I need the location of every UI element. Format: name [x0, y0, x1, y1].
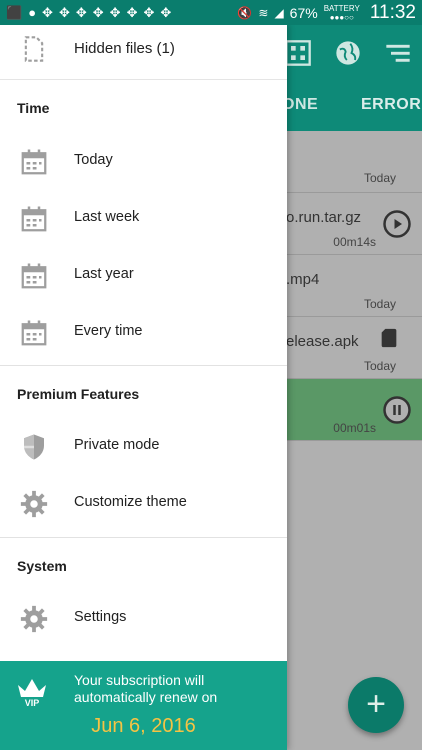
item-duration: 00m01s [333, 421, 376, 435]
battery-percent: 67% [289, 4, 318, 21]
tab-error[interactable]: ERROR [361, 96, 421, 114]
drawer-item-label: Every time [74, 323, 143, 339]
sort-icon[interactable] [384, 39, 412, 67]
status-bar: ⬛ ● ✥ ✥ ✥ ✥ ✥ ✥ ✥ ✥ 🔇 ≋ ◢ 67% BATTERY ●●●… [0, 0, 422, 25]
item-duration: 00m14s [333, 235, 376, 249]
item-date: Today [363, 171, 396, 185]
drawer-item-label: Today [74, 152, 113, 168]
qr-code-icon[interactable] [284, 39, 312, 67]
download-icon: ✥ [75, 5, 87, 20]
vip-crown-icon: VIP [18, 679, 46, 708]
gear-icon [20, 605, 48, 633]
navigation-drawer: Hidden files (1) Time Today Last week La… [0, 25, 287, 750]
hidden-files-item[interactable]: Hidden files (1) [0, 25, 287, 80]
app-notification-icon: ⬛ [6, 5, 23, 20]
drawer-item-last-week[interactable]: Last week [0, 191, 287, 247]
calendar-icon [21, 263, 47, 289]
calendar-icon [21, 320, 47, 346]
sd-card-icon [381, 328, 397, 348]
item-filename: elease.apk [286, 333, 359, 350]
mute-icon: 🔇 [237, 5, 253, 20]
tab-done[interactable]: ONE [282, 96, 318, 114]
drawer-item-label: Last year [74, 266, 134, 282]
drawer-item-settings[interactable]: Settings [0, 591, 287, 647]
hidden-files-label: Hidden files (1) [74, 40, 175, 57]
signal-icon: ◢ [274, 5, 284, 20]
drawer-item-private-mode[interactable]: Private mode [0, 419, 287, 475]
section-title-premium: Premium Features [17, 386, 140, 402]
download-icon: ✥ [42, 5, 53, 20]
pause-icon[interactable] [382, 395, 412, 425]
divider [0, 537, 287, 538]
drawer-item-every-time[interactable]: Every time [0, 305, 287, 361]
calendar-icon [21, 206, 47, 232]
calendar-icon [21, 149, 47, 175]
shield-icon [24, 434, 44, 460]
download-icon: ✥ [109, 5, 121, 20]
clock: 11:32 [369, 1, 416, 23]
download-icon: ✥ [143, 5, 155, 20]
item-filename: o.run.tar.gz [286, 209, 362, 226]
battery-indicator: BATTERY ●●●○○ [323, 3, 360, 22]
drawer-item-label: Private mode [74, 437, 160, 453]
add-download-button[interactable]: + [348, 677, 404, 733]
play-icon[interactable] [382, 209, 412, 239]
notification-icons: ⬛ ● ✥ ✥ ✥ ✥ ✥ ✥ ✥ ✥ [6, 6, 171, 19]
section-title-time: Time [17, 100, 50, 116]
download-icon: ✥ [126, 5, 138, 20]
drawer-item-customize-theme[interactable]: Customize theme [0, 476, 287, 532]
hidden-file-icon [24, 36, 44, 62]
download-icon: ✥ [160, 5, 172, 20]
chat-icon: ● [28, 5, 37, 20]
drawer-item-today[interactable]: Today [0, 134, 287, 190]
subscription-message: Your subscription will automatically ren… [74, 672, 218, 705]
item-filename: .mp4 [286, 271, 320, 288]
battery-label: BATTERY [323, 3, 360, 13]
gear-icon [20, 490, 48, 518]
wifi-icon: ≋ [258, 5, 269, 20]
renewal-date: Jun 6, 2016 [91, 715, 196, 737]
drawer-item-label: Customize theme [74, 494, 187, 510]
drawer-item-label: Settings [74, 609, 127, 625]
drawer-item-label: Last week [74, 209, 140, 225]
subscription-banner[interactable]: VIP Your subscription will automatically… [0, 661, 287, 750]
download-icon: ✥ [92, 5, 104, 20]
section-title-system: System [17, 558, 67, 574]
item-date: Today [363, 297, 396, 311]
vip-label: VIP [25, 698, 40, 708]
divider [0, 365, 287, 366]
drawer-item-last-year[interactable]: Last year [0, 248, 287, 304]
download-icon: ✥ [58, 5, 70, 20]
globe-icon[interactable] [334, 39, 362, 67]
item-date: Today [363, 359, 396, 373]
